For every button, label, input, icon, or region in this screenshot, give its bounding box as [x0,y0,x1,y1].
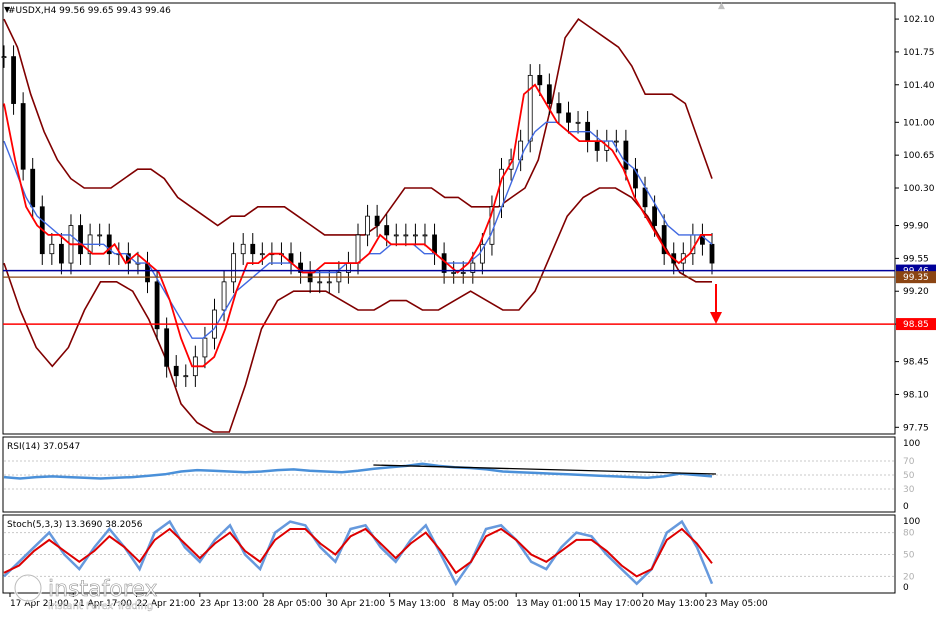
time-tick-label: 5 May 13:00 [390,599,446,609]
candle-body [642,187,648,208]
stoch-tick-label: 50 [903,551,915,561]
axis-layer: 102.10 101.75 101.40 101.00 100.65 100.30 99.9… [895,15,936,433]
rsi-tick-label: 50 [903,471,915,481]
chart-svg[interactable]: #USDX,H4 99.56 99.65 99.43 99.46 ▼ ▲ 102… [0,0,946,615]
chart-title: #USDX,H4 [8,6,57,16]
price-tick-label: 99.90 [903,222,929,232]
scroll-triangle-icon[interactable]: ▲ [718,1,725,11]
price-tick-label: 97.75 [903,423,929,433]
candle-body [422,234,428,237]
candle-body [11,56,16,104]
price-tick-label: 99.20 [903,287,929,297]
stoch-label: Stoch(5,3,3) 13.3690 38.2056 [7,520,143,530]
price-tick-label: 100.65 [903,151,935,161]
candle-body [240,243,246,255]
candle-body [97,234,103,237]
price-tick-label: 98.10 [903,390,929,400]
time-tick-label: 13 May 01:00 [516,599,578,609]
time-tick-label: 20 May 13:00 [643,599,705,609]
candle-body [365,215,370,236]
watermark-brand: instaforex [48,577,158,602]
stoch-tick-label: 80 [903,529,915,539]
candle-body [317,281,323,284]
chart-ohlc: 99.56 99.65 99.43 99.46 [59,6,171,16]
time-tick-label: 8 May 05:00 [453,599,509,609]
candle-body [460,272,466,274]
candle-body [173,365,179,377]
rsi-label: RSI(14) 37.0547 [7,442,80,452]
price-tick-label: 102.10 [903,15,935,25]
price-tick-label: 100.30 [903,184,935,194]
time-tick-label: 23 Apr 13:00 [200,599,259,609]
candle-body [49,243,55,255]
candle-body [384,225,390,236]
candle-body [20,103,26,170]
candle-body [393,234,399,237]
candle-body [451,272,457,274]
price-tick-label: 101.40 [903,81,935,91]
time-tick-label: 23 May 05:00 [706,599,768,609]
candle-body [527,74,533,142]
watermark: instaforex Instant Forex Trading [8,570,188,612]
candle-body [59,243,64,264]
candle-body [566,112,571,123]
candle-body [537,74,543,86]
candle-body [613,140,619,143]
time-tick-label: 30 Apr 21:00 [326,599,385,609]
price-tick-label: 98.45 [903,358,929,368]
candle-body [355,234,361,264]
chart-window[interactable]: #USDX,H4 99.56 99.65 99.43 99.46 ▼ ▲ 102… [0,0,946,615]
candle-body [546,84,552,104]
candle-body [326,281,332,284]
price-tick-label: 101.00 [903,118,935,128]
candle-body [250,243,256,255]
candle-body [413,234,418,237]
chart-symbol-label: #USDX,H4 99.56 99.65 99.43 99.46 [8,6,171,16]
candle-body [594,140,600,151]
candle-body [575,121,581,124]
rsi-tick-label: 0 [903,502,909,512]
rsi-tick-label: 30 [903,485,915,495]
candle-body [221,281,227,311]
price-tick-label: 99.55 [903,254,929,264]
watermark-tagline: Instant Forex Trading [48,601,153,612]
candle-body [1,56,7,59]
candle [20,92,26,181]
stoch-tick-label: 20 [903,572,915,582]
candle-body [556,103,562,114]
time-tick-label: 15 May 17:00 [579,599,641,609]
candle-body [154,281,160,330]
candle-body [709,243,715,264]
stoch-tick-label: 100 [903,517,920,527]
red-level-label: 98.85 [903,320,929,330]
candle-body [623,140,629,170]
candle-body [374,215,380,226]
candle-body [403,234,409,237]
rsi-tick-label: 70 [903,457,915,467]
candle-body [164,328,170,367]
stoch-tick-label: 0 [903,583,909,593]
menu-arrow-icon[interactable]: ▼ [4,5,11,14]
candle-body [30,168,36,208]
time-tick-label: 28 Apr 05:00 [263,599,322,609]
candle-body [652,206,657,226]
rsi-tick-label: 100 [903,439,920,449]
price-tick-label: 101.75 [903,48,935,58]
price-panel-frame [2,2,896,435]
candle-body [259,253,265,256]
candle-body [499,168,504,208]
candle-body [202,337,208,358]
candle-body [183,375,189,378]
brown-level-label: 99.35 [903,273,929,283]
candle-body [78,225,83,255]
